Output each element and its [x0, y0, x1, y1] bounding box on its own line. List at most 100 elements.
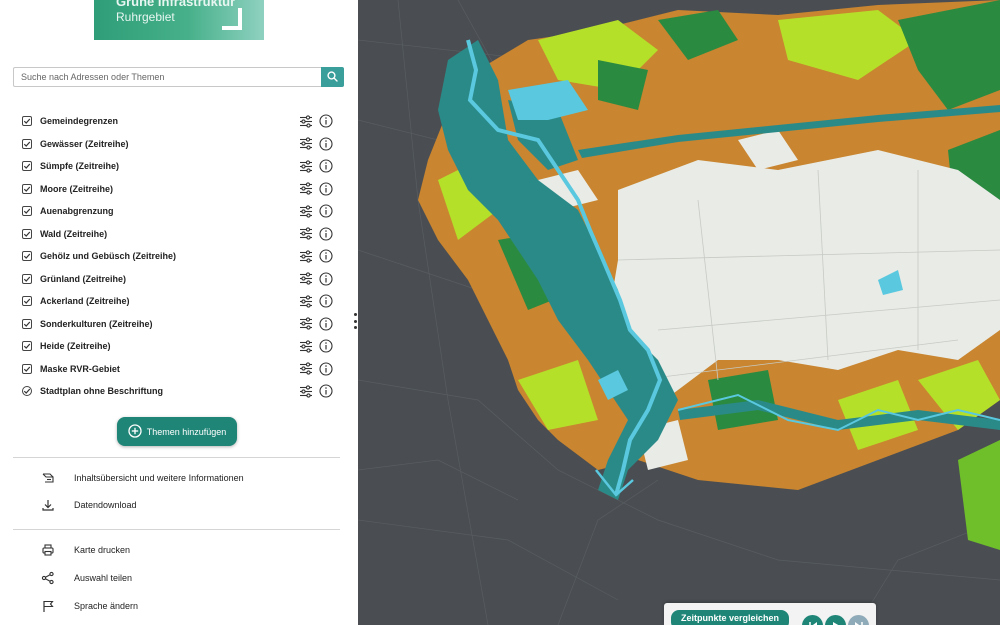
- sliders-icon[interactable]: [299, 384, 313, 398]
- layer-item[interactable]: Maske RVR-Gebiet: [22, 358, 340, 381]
- info-icon[interactable]: [319, 294, 333, 308]
- skip-back-button[interactable]: [802, 615, 823, 625]
- layer-item[interactable]: Sonderkulturen (Zeitreihe): [22, 313, 340, 336]
- printer-icon: [40, 542, 56, 558]
- layer-tools: [299, 361, 333, 376]
- layer-tools: [299, 249, 333, 263]
- layer-tools: [299, 384, 333, 398]
- info-icon[interactable]: [319, 181, 333, 196]
- info-icon[interactable]: [319, 159, 333, 173]
- layer-label: Maske RVR-Gebiet: [40, 363, 120, 374]
- checkbox-checked-icon[interactable]: [22, 341, 32, 352]
- checkbox-checked-icon[interactable]: [22, 228, 32, 239]
- info-icon[interactable]: [319, 271, 333, 286]
- download-label: Datendownload: [74, 500, 137, 510]
- layer-item[interactable]: Wald (Zeitreihe): [22, 223, 340, 246]
- layer-item[interactable]: Moore (Zeitreihe): [22, 178, 340, 201]
- map-canvas[interactable]: [358, 0, 1000, 625]
- sliders-icon[interactable]: [299, 339, 313, 353]
- layer-item[interactable]: Gemeindegrenzen: [22, 110, 340, 133]
- info-icon[interactable]: [319, 339, 333, 353]
- checkbox-checked-icon[interactable]: [22, 138, 32, 149]
- layer-tools: [299, 136, 333, 151]
- share-menu-item[interactable]: Auswahl teilen: [40, 570, 132, 586]
- layer-item[interactable]: Gehölz und Gebüsch (Zeitreihe): [22, 245, 340, 268]
- radio-checked-icon[interactable]: [22, 386, 32, 397]
- layer-label: Grünland (Zeitreihe): [40, 273, 127, 284]
- info-icon[interactable]: [319, 226, 333, 241]
- download-icon: [40, 497, 56, 513]
- play-button[interactable]: [825, 615, 846, 625]
- logo-mark-icon: [222, 8, 242, 30]
- skip-forward-icon: [854, 619, 864, 625]
- layer-tools: [299, 181, 333, 196]
- logo-title: Grüne Infrastruktur: [116, 0, 236, 9]
- layer-tools: [299, 294, 333, 308]
- info-icon[interactable]: [319, 361, 333, 376]
- logo-subtitle: Ruhrgebiet: [116, 10, 175, 24]
- print-menu-item[interactable]: Karte drucken: [40, 542, 130, 558]
- info-icon[interactable]: [319, 384, 333, 398]
- add-themes-button[interactable]: Themen hinzufügen: [117, 417, 237, 446]
- time-panel: Zeitpunkte vergleichen: [664, 603, 876, 625]
- layer-tools: [299, 271, 333, 286]
- sliders-icon[interactable]: [299, 182, 313, 196]
- layer-label: Moore (Zeitreihe): [40, 183, 114, 194]
- download-menu-item[interactable]: Datendownload: [40, 497, 137, 513]
- sliders-icon[interactable]: [299, 249, 313, 263]
- search-input[interactable]: [13, 67, 321, 87]
- sliders-icon[interactable]: [299, 272, 313, 286]
- contents-label: Inhaltsübersicht und weitere Information…: [74, 473, 244, 483]
- search-button[interactable]: [321, 67, 344, 87]
- checkbox-checked-icon[interactable]: [22, 251, 32, 262]
- info-icon[interactable]: [319, 204, 333, 218]
- layer-label: Gewässer (Zeitreihe): [40, 138, 129, 149]
- checkbox-checked-icon[interactable]: [22, 183, 32, 194]
- play-icon: [831, 619, 841, 625]
- search-bar: [13, 67, 344, 87]
- checkbox-checked-icon[interactable]: [22, 161, 32, 172]
- info-icon[interactable]: [319, 114, 333, 128]
- layer-tools: [299, 316, 333, 331]
- layer-tools: [299, 339, 333, 353]
- sliders-icon[interactable]: [299, 137, 313, 151]
- layer-list: Gemeindegrenzen Gewässer (Zeitreihe) Sümpf…: [22, 110, 340, 403]
- sliders-icon[interactable]: [299, 317, 313, 331]
- sliders-icon[interactable]: [299, 227, 313, 241]
- compare-timepoints-button[interactable]: Zeitpunkte vergleichen: [671, 610, 789, 625]
- layer-item[interactable]: Auenabgrenzung: [22, 200, 340, 223]
- checkbox-checked-icon[interactable]: [22, 363, 32, 374]
- language-menu-item[interactable]: Sprache ändern: [40, 598, 138, 614]
- print-label: Karte drucken: [74, 545, 131, 555]
- sliders-icon[interactable]: [299, 204, 313, 218]
- info-icon[interactable]: [319, 136, 333, 151]
- layer-label: Wald (Zeitreihe): [40, 228, 108, 239]
- sliders-icon[interactable]: [299, 159, 313, 173]
- layer-label: Stadtplan ohne Beschriftung: [40, 386, 164, 397]
- share-icon: [40, 570, 56, 586]
- sliders-icon[interactable]: [299, 114, 313, 128]
- layer-label: Auenabgrenzung: [40, 206, 114, 217]
- layer-item[interactable]: Stadtplan ohne Beschriftung: [22, 380, 340, 403]
- info-icon[interactable]: [319, 249, 333, 263]
- checkbox-checked-icon[interactable]: [22, 296, 32, 307]
- sliders-icon[interactable]: [299, 294, 313, 308]
- layer-item[interactable]: Gewässer (Zeitreihe): [22, 133, 340, 156]
- checkbox-checked-icon[interactable]: [22, 318, 32, 329]
- layer-tools: [299, 159, 333, 173]
- share-label: Auswahl teilen: [74, 573, 133, 583]
- layer-label: Gemeindegrenzen: [40, 116, 119, 127]
- skip-forward-button[interactable]: [848, 615, 869, 625]
- sliders-icon[interactable]: [299, 362, 313, 376]
- contents-menu-item[interactable]: Inhaltsübersicht und weitere Information…: [40, 470, 244, 486]
- layer-item[interactable]: Sümpfe (Zeitreihe): [22, 155, 340, 178]
- checkbox-checked-icon[interactable]: [22, 273, 32, 284]
- info-icon[interactable]: [319, 316, 333, 331]
- plus-circle-icon: [128, 423, 142, 440]
- layer-item[interactable]: Ackerland (Zeitreihe): [22, 290, 340, 313]
- layer-item[interactable]: Heide (Zeitreihe): [22, 335, 340, 358]
- layer-item[interactable]: Grünland (Zeitreihe): [22, 268, 340, 291]
- checkbox-checked-icon[interactable]: [22, 116, 32, 127]
- checkbox-checked-icon[interactable]: [22, 206, 32, 217]
- logo[interactable]: Grüne Infrastruktur Ruhrgebiet: [94, 0, 264, 40]
